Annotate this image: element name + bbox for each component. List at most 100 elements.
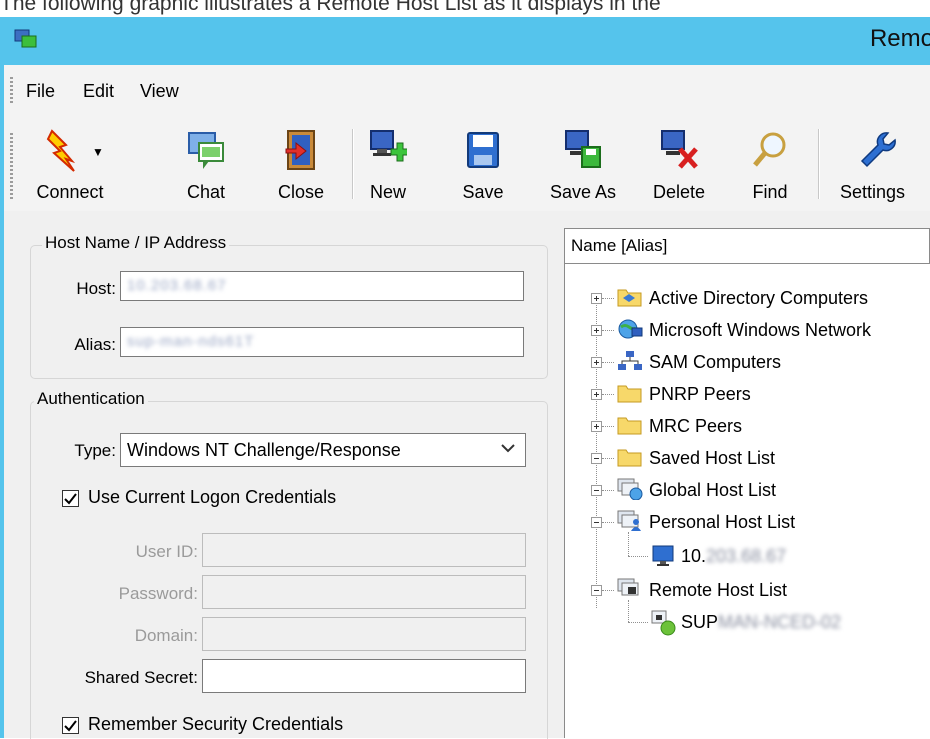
toolbar: ▼ Connect Chat Close New Save Save As De… (4, 115, 930, 211)
node-active-directory-computers[interactable]: Active Directory Computers (649, 288, 868, 309)
network-globe-icon (618, 319, 643, 339)
save-label: Save (462, 182, 504, 202)
expand-pnrp-peers[interactable] (591, 389, 602, 400)
collapse-remote-host-list[interactable] (591, 585, 602, 596)
node-personal-host-list[interactable]: Personal Host List (649, 512, 795, 533)
floppy-disk-icon (467, 132, 499, 168)
menu-grip[interactable] (10, 77, 13, 103)
tree-connector (628, 532, 630, 556)
alias-input[interactable]: sup-man-nds61T (120, 327, 524, 357)
node-microsoft-windows-network[interactable]: Microsoft Windows Network (649, 320, 871, 341)
wrench-icon (860, 132, 896, 168)
domain-input[interactable] (202, 617, 526, 651)
tree-connector (628, 556, 648, 558)
settings-button[interactable]: Settings (830, 125, 930, 207)
connect-button[interactable]: ▼ Connect (22, 125, 118, 207)
toolbar-grip[interactable] (10, 133, 13, 199)
chat-icon (188, 132, 224, 169)
authentication-type-value: Windows NT Challenge/Response (127, 440, 401, 460)
global-computers-icon (617, 478, 643, 500)
save-as-computer-icon (565, 130, 601, 168)
column-header-label: Name [Alias] (571, 236, 668, 255)
save-as-label: Save As (549, 182, 617, 202)
remote-host-rest: MAN-NCED-02 (718, 612, 842, 632)
new-label: New (369, 182, 406, 202)
node-remote-host-list[interactable]: Remote Host List (649, 580, 787, 601)
host-input[interactable]: 10.203.68.67 (120, 271, 524, 301)
toolbar-separator-2 (818, 129, 820, 199)
user-id-input[interactable] (202, 533, 526, 567)
column-header[interactable]: Name [Alias] (564, 228, 930, 264)
folder-icon (617, 417, 642, 435)
chevron-down-icon (501, 444, 515, 453)
node-global-host-list[interactable]: Global Host List (649, 480, 776, 501)
save-as-button[interactable]: Save As (544, 125, 622, 207)
tree-connector (602, 330, 614, 332)
settings-label: Settings (840, 182, 906, 202)
window-title: Remo (869, 25, 930, 52)
folder-directory-icon (617, 289, 642, 307)
remember-credentials-checkbox[interactable] (62, 717, 79, 734)
host-group-title: Host Name / IP Address (42, 233, 230, 253)
network-nodes-icon (618, 351, 642, 370)
node-sam-computers[interactable]: SAM Computers (649, 352, 781, 373)
menu-edit[interactable]: Edit (83, 81, 114, 102)
tree-connector (602, 362, 614, 364)
monitor-icon (652, 545, 674, 566)
expand-microsoft-windows-network[interactable] (591, 325, 602, 336)
node-pnrp-peers[interactable]: PNRP Peers (649, 384, 751, 405)
tree-connector (602, 522, 614, 524)
new-button[interactable]: New (360, 125, 416, 207)
menu-file[interactable]: File (26, 81, 55, 102)
domain-label: Domain: (134, 626, 198, 645)
toolbar-separator (352, 129, 354, 199)
checkmark-icon (64, 493, 77, 505)
collapse-personal-host-list[interactable] (591, 517, 602, 528)
collapse-global-host-list[interactable] (591, 485, 602, 496)
authentication-group-title: Authentication (34, 389, 148, 409)
tree-connector (602, 298, 614, 300)
menu-view[interactable]: View (140, 81, 179, 102)
personal-host-prefix: 10. (681, 546, 707, 566)
remote-host-prefix: SUP (681, 612, 719, 632)
find-label: Find (752, 182, 788, 202)
password-input[interactable] (202, 575, 526, 609)
delete-label: Delete (652, 182, 706, 202)
shared-secret-input[interactable] (202, 659, 526, 693)
tree-connector (602, 458, 614, 460)
find-button[interactable]: Find (742, 125, 798, 207)
expand-mrc-peers[interactable] (591, 421, 602, 432)
user-id-label: User ID: (135, 542, 198, 561)
lightning-icon (46, 129, 76, 172)
alias-label: Alias: (74, 335, 116, 354)
expand-active-directory[interactable] (591, 293, 602, 304)
host-value: 10.203.68.67 (127, 277, 227, 294)
door-exit-icon (285, 130, 315, 170)
page-caption: The following graphic illustrates a Remo… (0, 0, 661, 15)
dropdown-arrow-icon[interactable]: ▼ (92, 145, 104, 159)
authentication-type-select[interactable]: Windows NT Challenge/Response (120, 433, 526, 467)
use-current-logon-checkbox[interactable] (62, 490, 79, 507)
node-saved-host-list[interactable]: Saved Host List (649, 448, 775, 469)
chat-label: Chat (186, 182, 226, 202)
tree-connector (628, 600, 630, 622)
expand-sam-computers[interactable] (591, 357, 602, 368)
close-button[interactable]: Close (268, 125, 334, 207)
save-button[interactable]: Save (456, 125, 510, 207)
password-label: Password: (118, 584, 198, 603)
personal-computers-icon (617, 510, 641, 531)
folder-icon (617, 385, 642, 403)
delete-button[interactable]: Delete (644, 125, 714, 207)
new-computer-icon (370, 130, 407, 162)
chat-button[interactable]: Chat (176, 125, 236, 207)
checkmark-icon (64, 720, 77, 732)
magnifier-icon (753, 132, 786, 167)
tree-connector (602, 426, 614, 428)
use-current-logon-label: Use Current Logon Credentials (88, 487, 337, 507)
node-personal-host-entry[interactable]: 10.203.68.67 (681, 546, 786, 567)
collapse-saved-host-list[interactable] (591, 453, 602, 464)
node-mrc-peers[interactable]: MRC Peers (649, 416, 742, 437)
host-label: Host: (76, 279, 116, 298)
node-remote-host-entry[interactable]: SUPMAN-NCED-02 (681, 612, 841, 633)
tree-connector (602, 590, 614, 592)
